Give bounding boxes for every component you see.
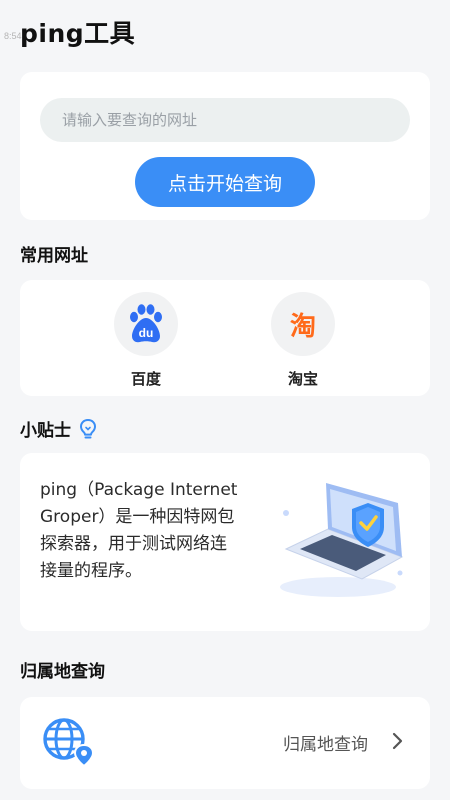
start-query-button[interactable]: 点击开始查询 [135, 157, 315, 207]
baidu-logo-text: du [139, 326, 154, 340]
common-sites-card: du 百度 淘 淘宝 [20, 280, 430, 396]
page-title: ping工具 [20, 19, 136, 48]
baidu-logo-icon: du [114, 292, 178, 356]
site-item-baidu[interactable]: du 百度 [106, 292, 186, 389]
location-section-title: 归属地查询 [20, 662, 105, 682]
common-sites-title: 常用网址 [20, 246, 88, 266]
location-query-item[interactable]: 归属地查询 [20, 697, 430, 789]
taobao-logo-text: 淘 [289, 311, 316, 342]
taobao-logo-icon: 淘 [271, 292, 335, 356]
chevron-right-icon [392, 732, 404, 754]
status-time: 8:54 [4, 31, 22, 41]
site-label-taobao: 淘宝 [287, 370, 318, 388]
globe-location-icon [40, 715, 96, 771]
tips-title: 小贴士 [20, 421, 71, 441]
location-query-label: 归属地查询 [283, 735, 368, 755]
tips-text: ping（Package Internet Groper）是一种因特网包探索器，… [40, 480, 238, 581]
laptop-shield-illustration [270, 483, 410, 609]
lightbulb-icon [79, 418, 97, 440]
search-card: 点击开始查询 [20, 72, 430, 220]
tips-header: 小贴士 [20, 416, 97, 441]
tips-card: ping（Package Internet Groper）是一种因特网包探索器，… [20, 453, 430, 631]
site-label-baidu: 百度 [130, 370, 161, 388]
url-search-input[interactable] [40, 98, 410, 142]
site-item-taobao[interactable]: 淘 淘宝 [263, 292, 343, 389]
